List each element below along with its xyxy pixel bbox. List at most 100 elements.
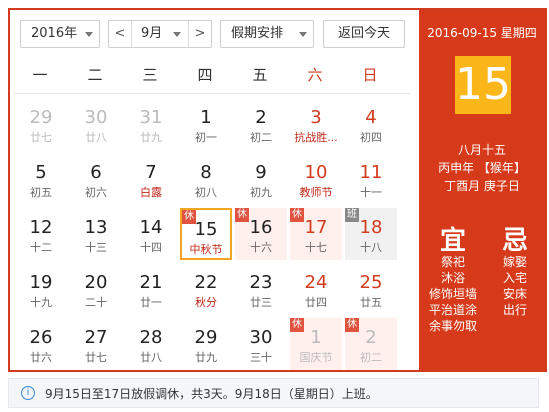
day-cell[interactable]: 29 廿七 bbox=[15, 98, 67, 150]
day-cell[interactable]: 10 教师节 bbox=[290, 153, 342, 205]
day-number: 1 bbox=[310, 327, 322, 348]
day-number: 28 bbox=[139, 327, 163, 348]
day-cell[interactable]: 24 廿四 bbox=[290, 263, 342, 315]
lunar-label: 初六 bbox=[85, 186, 107, 199]
day-cell[interactable]: 7 白露 bbox=[125, 153, 177, 205]
month-value: 9月 bbox=[141, 26, 163, 41]
day-cell[interactable]: 班 18 十八 bbox=[345, 208, 397, 260]
chevron-down-icon bbox=[299, 32, 307, 37]
day-number: 18 bbox=[359, 217, 383, 238]
day-number: 24 bbox=[304, 272, 328, 293]
lunar-label: 十二 bbox=[30, 241, 52, 254]
lunar-label: 国庆节 bbox=[299, 351, 333, 364]
calendar-frame: 2016年 < 9月 > 假期安排 返回今天 一二三四五六日 29 廿七 30 廿八 3… bbox=[8, 8, 547, 372]
day-number: 21 bbox=[139, 272, 163, 293]
day-cell[interactable]: 2 初二 bbox=[235, 98, 287, 150]
day-number: 14 bbox=[139, 217, 163, 238]
day-number: 20 bbox=[84, 272, 108, 293]
day-number: 11 bbox=[359, 162, 383, 183]
day-number: 13 bbox=[84, 217, 108, 238]
day-cell[interactable]: 26 廿六 bbox=[15, 318, 67, 370]
month-select[interactable]: < 9月 > bbox=[108, 20, 212, 48]
day-number: 5 bbox=[35, 162, 47, 183]
day-cell[interactable]: 14 十四 bbox=[125, 208, 177, 260]
ji-heading: 忌 bbox=[501, 226, 528, 256]
chevron-down-icon bbox=[85, 32, 93, 37]
day-cell[interactable]: 30 三十 bbox=[235, 318, 287, 370]
day-cell[interactable]: 休 17 十七 bbox=[290, 208, 342, 260]
day-cell[interactable]: 12 十二 bbox=[15, 208, 67, 260]
day-cell[interactable]: 9 初九 bbox=[235, 153, 287, 205]
day-cell[interactable]: 27 廿七 bbox=[70, 318, 122, 370]
calendar-grid: 一二三四五六日 29 廿七 30 廿八 31 廿九 1 初一 2 初二 3 抗战胜... 4 初四 5 初五 6… bbox=[14, 59, 410, 370]
ji-item: 出行 bbox=[502, 303, 527, 317]
day-number: 30 bbox=[84, 107, 108, 128]
year-value: 2016年 bbox=[31, 26, 78, 41]
lunar-label: 十六 bbox=[250, 241, 272, 254]
lunar-label: 廿九 bbox=[195, 351, 217, 364]
lunar-label: 教师节 bbox=[299, 186, 333, 199]
day-cell[interactable]: 31 廿九 bbox=[125, 98, 177, 150]
day-cell[interactable]: 8 初八 bbox=[180, 153, 232, 205]
day-cell[interactable]: 6 初六 bbox=[70, 153, 122, 205]
day-cell[interactable]: 休 1 国庆节 bbox=[290, 318, 342, 370]
day-cell[interactable]: 5 初五 bbox=[15, 153, 67, 205]
calendar-widget: 2016年 < 9月 > 假期安排 返回今天 一二三四五六日 29 廿七 30 廿八 3… bbox=[0, 0, 549, 412]
day-cell[interactable]: 30 廿八 bbox=[70, 98, 122, 150]
yi-item: 修饰垣墙 bbox=[428, 287, 477, 301]
day-cell[interactable]: 20 二十 bbox=[70, 263, 122, 315]
day-cell-selected[interactable]: 休 15 中秋节 bbox=[180, 208, 232, 260]
lunar-label: 三十 bbox=[250, 351, 272, 364]
ji-item: 安床 bbox=[502, 287, 527, 301]
prev-month-button[interactable]: < bbox=[109, 21, 132, 47]
day-cell[interactable]: 4 初四 bbox=[345, 98, 397, 150]
day-cell[interactable]: 29 廿九 bbox=[180, 318, 232, 370]
day-number: 26 bbox=[29, 327, 53, 348]
day-cell[interactable]: 23 廿三 bbox=[235, 263, 287, 315]
weekday-header: 一二三四五六日 bbox=[14, 59, 410, 94]
day-number: 7 bbox=[145, 162, 157, 183]
lunar-label: 廿七 bbox=[85, 351, 107, 364]
day-cell[interactable]: 11 十一 bbox=[345, 153, 397, 205]
lunar-label: 抗战胜... bbox=[294, 131, 338, 144]
year-select[interactable]: 2016年 bbox=[20, 20, 100, 48]
day-cell[interactable]: 1 初一 bbox=[180, 98, 232, 150]
weekday-label: 五 bbox=[252, 66, 268, 84]
lunar-label: 初一 bbox=[195, 131, 217, 144]
chevron-down-icon bbox=[173, 32, 181, 37]
day-cell[interactable]: 21 廿一 bbox=[125, 263, 177, 315]
day-number: 12 bbox=[29, 217, 53, 238]
holiday-value: 假期安排 bbox=[231, 26, 284, 41]
lunar-label: 廿三 bbox=[250, 296, 272, 309]
lunar-label: 初四 bbox=[360, 131, 382, 144]
lunar-label: 十三 bbox=[85, 241, 107, 254]
selected-day-number: 15 bbox=[455, 56, 511, 114]
day-cell[interactable]: 19 十九 bbox=[15, 263, 67, 315]
calendar-toolbar: 2016年 < 9月 > 假期安排 返回今天 bbox=[20, 20, 405, 50]
day-cell[interactable]: 3 抗战胜... bbox=[290, 98, 342, 150]
yi-item: 余事勿取 bbox=[428, 319, 477, 333]
lunar-label: 廿六 bbox=[30, 351, 52, 364]
lunar-label: 廿一 bbox=[140, 296, 162, 309]
day-number: 2 bbox=[365, 327, 377, 348]
yi-list: 祭祀 沐浴 修饰垣墙 平治道涂 余事勿取 bbox=[423, 254, 483, 334]
ji-item: 嫁娶 bbox=[502, 255, 527, 269]
back-to-today-button[interactable]: 返回今天 bbox=[323, 20, 405, 48]
day-number: 19 bbox=[29, 272, 53, 293]
day-cell[interactable]: 13 十三 bbox=[70, 208, 122, 260]
holiday-notice: i 9月15日至17日放假调休，共3天。9月18日（星期日）上班。 bbox=[8, 378, 539, 408]
day-cell[interactable]: 休 2 初二 bbox=[345, 318, 397, 370]
selected-date-line: 2016-09-15 星期四 bbox=[427, 26, 537, 40]
next-month-button[interactable]: > bbox=[188, 21, 211, 47]
day-number: 30 bbox=[249, 327, 273, 348]
yi-item: 沐浴 bbox=[440, 271, 465, 285]
holiday-select[interactable]: 假期安排 bbox=[220, 20, 314, 48]
lunar-label: 十四 bbox=[140, 241, 162, 254]
lunar-label: 廿四 bbox=[305, 296, 327, 309]
day-cell[interactable]: 22 秋分 bbox=[180, 263, 232, 315]
day-cell[interactable]: 休 16 十六 bbox=[235, 208, 287, 260]
day-cell[interactable]: 28 廿八 bbox=[125, 318, 177, 370]
day-cell[interactable]: 25 廿五 bbox=[345, 263, 397, 315]
day-detail-panel: 2016-09-15 星期四 15 八月十五 丙申年 【猴年】 丁酉月 庚子日 … bbox=[419, 10, 545, 370]
weekday-label: 日 bbox=[362, 66, 378, 84]
